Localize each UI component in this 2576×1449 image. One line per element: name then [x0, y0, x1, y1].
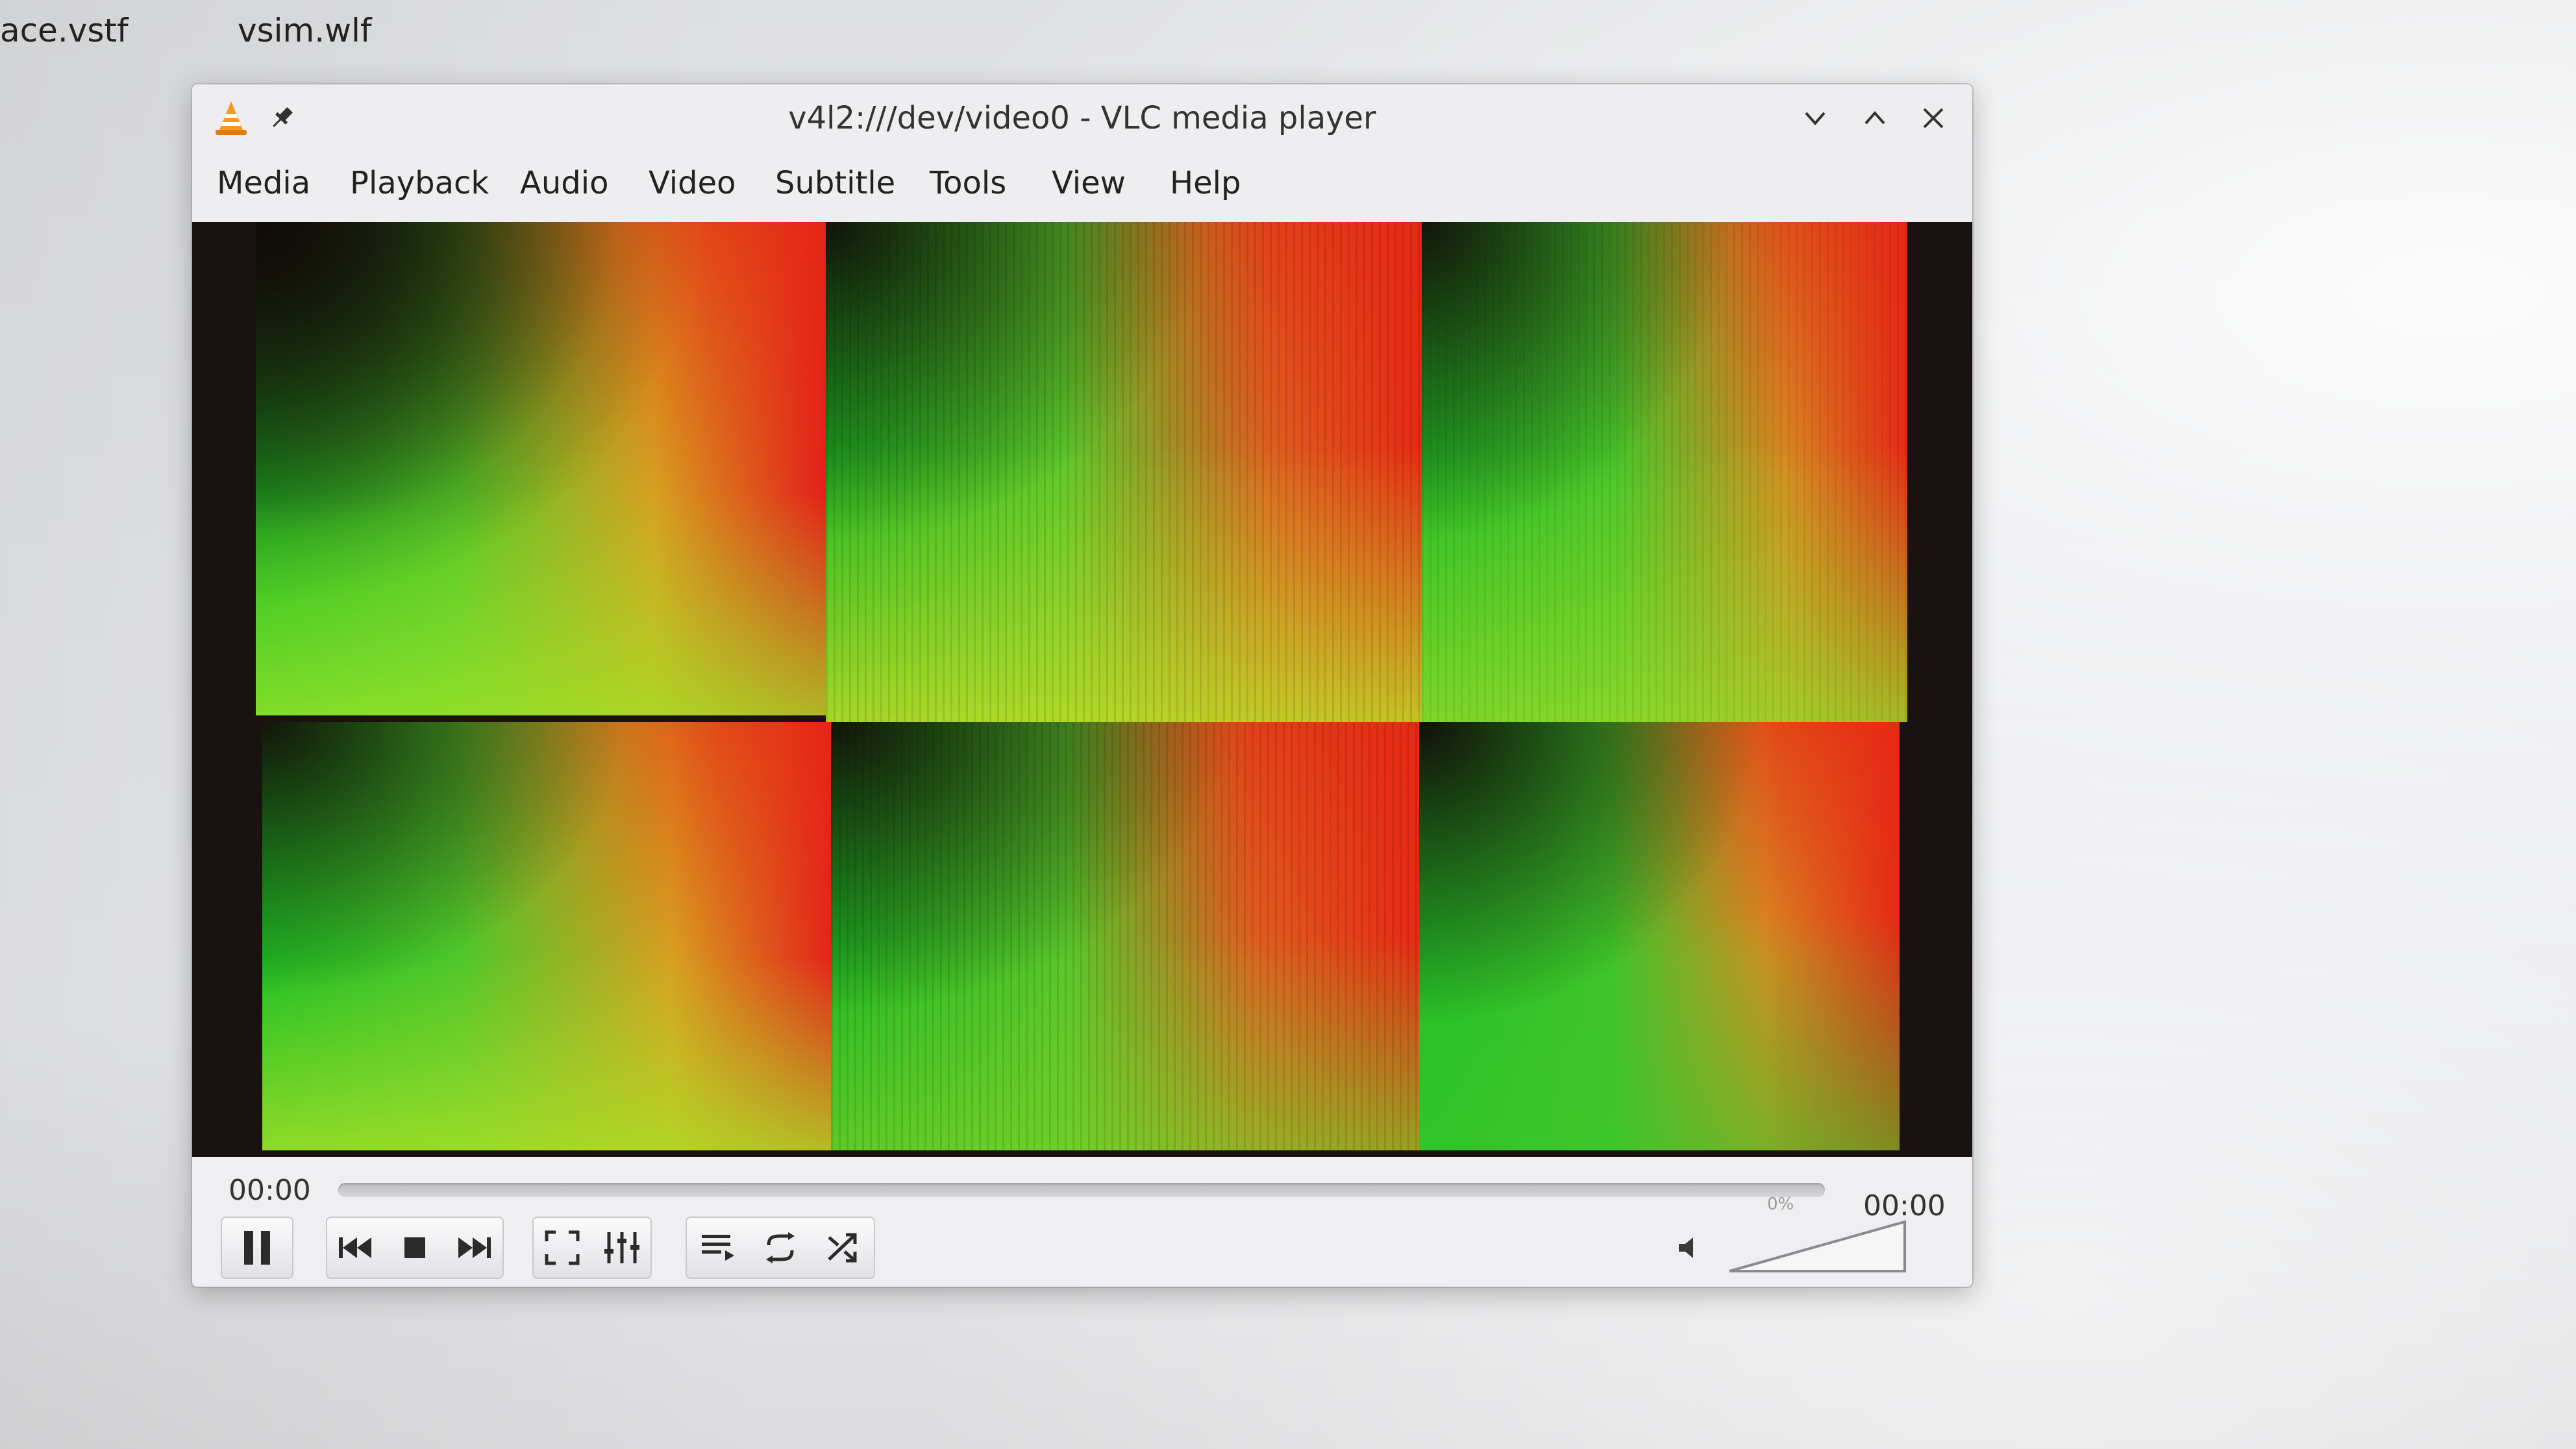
desktop-file-ace-vstf[interactable]: ace.vstf — [0, 12, 129, 49]
volume-slider[interactable] — [1727, 1218, 1909, 1279]
seek-bar[interactable] — [338, 1183, 1825, 1197]
desktop-file-vsim-wlf[interactable]: vsim.wlf — [238, 12, 372, 49]
menu-tools[interactable]: Tools — [930, 165, 1006, 201]
playback-button-group — [326, 1217, 504, 1279]
playlist-button-group — [686, 1217, 875, 1279]
loop-button[interactable] — [749, 1217, 811, 1279]
loop-icon — [766, 1232, 795, 1263]
window-title: v4l2:///dev/video0 - VLC media player — [788, 100, 1376, 136]
menu-bar: Media Playback Audio Video Subtitle Tool… — [192, 152, 1972, 222]
chevron-up-icon[interactable] — [1855, 99, 1894, 138]
title-bar[interactable]: v4l2:///dev/video0 - VLC media player — [192, 84, 1972, 152]
menu-subtitle[interactable]: Subtitle — [775, 165, 895, 201]
shuffle-icon — [828, 1233, 857, 1263]
view-button-group — [532, 1217, 652, 1279]
menu-media[interactable]: Media — [217, 165, 310, 201]
random-button[interactable] — [811, 1217, 875, 1279]
menu-video[interactable]: Video — [649, 165, 736, 201]
extended-settings-button[interactable] — [592, 1217, 652, 1279]
equalizer-icon — [604, 1232, 639, 1263]
menu-help[interactable]: Help — [1170, 165, 1241, 201]
stop-icon — [404, 1237, 425, 1258]
stop-button[interactable] — [386, 1217, 444, 1279]
video-tile — [1419, 722, 1900, 1150]
video-tile — [1422, 222, 1907, 722]
menu-audio[interactable]: Audio — [520, 165, 608, 201]
video-tile — [831, 722, 1419, 1150]
video-tile — [256, 222, 826, 715]
fullscreen-icon — [545, 1230, 580, 1265]
previous-button[interactable] — [326, 1217, 386, 1279]
previous-icon — [339, 1237, 371, 1258]
playlist-button[interactable] — [686, 1217, 749, 1279]
video-output[interactable] — [192, 222, 1972, 1157]
speaker-icon[interactable] — [1675, 1233, 1703, 1265]
next-icon — [458, 1237, 491, 1258]
control-bar: 00:00 00:00 0% — [192, 1157, 1972, 1287]
pause-button[interactable] — [221, 1217, 293, 1279]
volume-percentage: 0% — [1767, 1195, 1794, 1214]
close-icon[interactable] — [1914, 99, 1953, 138]
playlist-icon — [702, 1235, 734, 1261]
video-tile — [826, 222, 1422, 722]
elapsed-time[interactable]: 00:00 — [229, 1174, 311, 1207]
vlc-window: v4l2:///dev/video0 - VLC media player Me… — [192, 84, 1972, 1287]
chevron-down-icon[interactable] — [1796, 99, 1835, 138]
video-tile — [262, 722, 831, 1150]
menu-view[interactable]: View — [1052, 165, 1126, 201]
fullscreen-button[interactable] — [532, 1217, 592, 1279]
next-button[interactable] — [444, 1217, 504, 1279]
pause-icon — [244, 1231, 270, 1265]
menu-playback[interactable]: Playback — [350, 165, 489, 201]
